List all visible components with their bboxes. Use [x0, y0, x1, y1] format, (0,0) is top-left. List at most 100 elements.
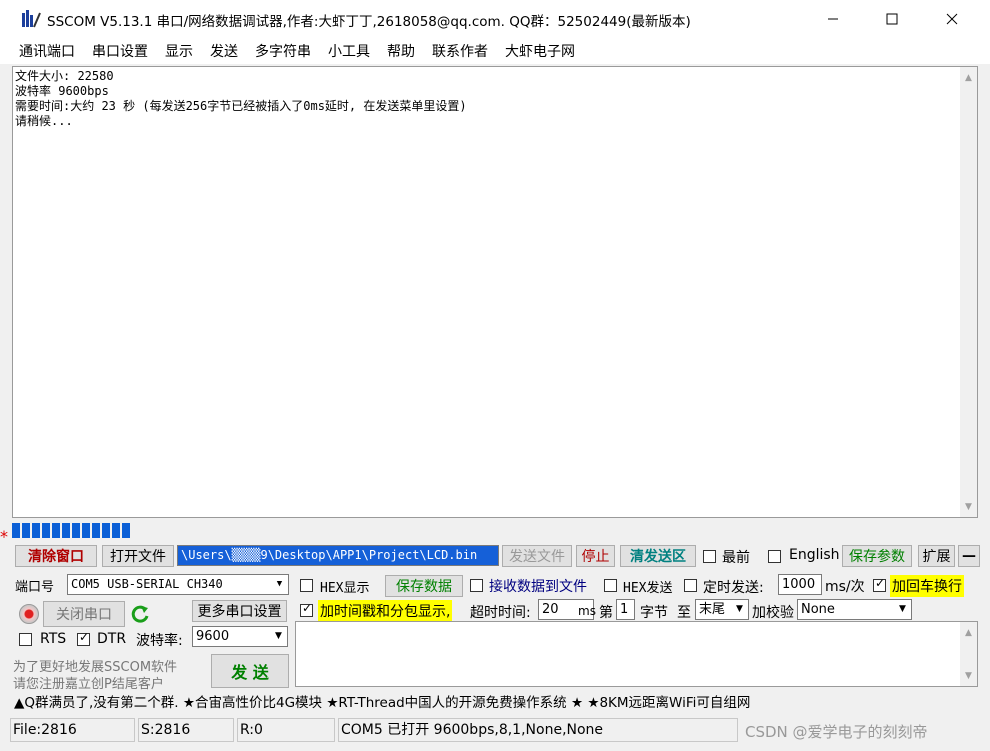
output-line: 请稍候...	[15, 114, 73, 128]
baud-select[interactable]: 9600 ▼	[192, 626, 288, 647]
dtr-checkbox[interactable]	[77, 630, 90, 646]
send-file-button[interactable]: 发送文件	[502, 545, 572, 567]
status-recv-count: R:0	[237, 718, 335, 742]
news-marquee[interactable]: ▲Q群满员了,没有第二个群. ★合宙高性价比4G模块 ★RT-Thread中国人…	[12, 692, 978, 714]
window-title: SSCOM V5.13.1 串口/网络数据调试器,作者:大虾丁丁,2618058…	[47, 14, 691, 30]
recv-to-file-label: 接收数据到文件	[489, 579, 587, 595]
menu-bar: 通讯端口 串口设置 显示 发送 多字符串 小工具 帮助 联系作者 大虾电子网	[0, 38, 990, 64]
menu-send[interactable]: 发送	[210, 41, 238, 61]
hex-display-checkbox[interactable]	[300, 579, 313, 592]
menu-comm-port[interactable]: 通讯端口	[19, 41, 75, 61]
hex-send-label: HEX发送	[623, 581, 673, 596]
menu-website[interactable]: 大虾电子网	[505, 41, 575, 61]
send-button[interactable]: 发 送	[211, 654, 289, 688]
more-serial-settings-button[interactable]: 更多串口设置	[192, 600, 287, 622]
progress-segment	[12, 523, 20, 538]
scroll-down-icon[interactable]: ▼	[960, 498, 977, 515]
progress-segment	[22, 523, 30, 538]
checksum-value: None	[801, 602, 835, 617]
timestamp-label: 加时间戳和分包显示,	[318, 600, 453, 622]
timed-send-label: 定时发送:	[703, 580, 764, 596]
baud-label: 波特率:	[136, 633, 183, 649]
scroll-down-icon[interactable]: ▼	[960, 667, 977, 684]
progress-segment	[112, 523, 120, 538]
file-path-field[interactable]: \Users\▒▒▒▒9\Desktop\APP1\Project\LCD.bi…	[177, 545, 499, 566]
progress-segment	[32, 523, 40, 538]
menu-tools[interactable]: 小工具	[328, 41, 370, 61]
chevron-down-icon: ▼	[899, 604, 906, 614]
minimize-button[interactable]	[804, 0, 861, 38]
nth-input[interactable]: 1	[616, 599, 635, 620]
interval-input[interactable]: 1000	[778, 574, 822, 595]
port-label: 端口号	[15, 580, 55, 595]
progress-segment	[92, 523, 100, 538]
hex-send-checkbox[interactable]	[604, 579, 617, 592]
status-sent-count: S:2816	[138, 718, 234, 742]
menu-contact-author[interactable]: 联系作者	[432, 41, 488, 61]
send-scrollbar[interactable]: ▲ ▼	[960, 622, 977, 686]
timeout-unit: ms	[578, 604, 596, 618]
port-status-light-icon	[19, 604, 39, 624]
english-checkbox[interactable]	[768, 550, 781, 563]
menu-multi-string[interactable]: 多字符串	[255, 41, 311, 61]
progress-segment	[52, 523, 60, 538]
scroll-up-icon[interactable]: ▲	[960, 69, 977, 86]
scroll-up-icon[interactable]: ▲	[960, 624, 977, 641]
timestamp-checkbox[interactable]	[300, 601, 313, 617]
baud-value: 9600	[196, 629, 230, 644]
progress-segment	[62, 523, 70, 538]
end-select[interactable]: 末尾 ▼	[695, 599, 749, 620]
english-label: English	[789, 547, 840, 563]
collapse-button[interactable]: —	[958, 545, 980, 567]
dtr-label: DTR	[97, 631, 127, 647]
clear-send-button[interactable]: 清发送区	[620, 545, 696, 567]
checksum-select[interactable]: None ▼	[797, 599, 912, 620]
progress-segment	[72, 523, 80, 538]
nth-label: 第	[599, 605, 613, 621]
end-value: 末尾	[699, 602, 726, 617]
receive-output-text: 文件大小: 22580 波特率 9600bps 需要时间:大约 23 秒 (每发送2…	[15, 69, 467, 129]
app-icon	[21, 9, 41, 29]
topmost-label: 最前	[722, 550, 750, 566]
maximize-button[interactable]	[863, 0, 920, 38]
chevron-down-icon: ▼	[736, 604, 743, 614]
stop-button[interactable]: 停止	[576, 545, 615, 567]
status-port-state: COM5 已打开 9600bps,8,1,None,None	[338, 718, 738, 742]
rts-label: RTS	[40, 631, 67, 647]
send-text-area[interactable]: ▲ ▼	[295, 621, 978, 687]
output-scrollbar[interactable]: ▲ ▼	[960, 67, 977, 517]
interval-unit: ms/次	[825, 579, 865, 595]
menu-serial-settings[interactable]: 串口设置	[92, 41, 148, 61]
save-data-button[interactable]: 保存数据	[385, 575, 463, 597]
to-label: 至	[677, 605, 691, 621]
receive-output-area[interactable]: 文件大小: 22580 波特率 9600bps 需要时间:大约 23 秒 (每发送2…	[12, 66, 978, 518]
output-line: 文件大小: 22580	[15, 69, 114, 83]
title-bar: SSCOM V5.13.1 串口/网络数据调试器,作者:大虾丁丁,2618058…	[0, 0, 990, 38]
output-line: 需要时间:大约 23 秒 (每发送256字节已经被插入了0ms延时, 在发送菜单…	[15, 99, 467, 113]
menu-display[interactable]: 显示	[165, 41, 193, 61]
send-progress-bar	[12, 522, 139, 539]
clear-window-button[interactable]: 清除窗口	[15, 545, 97, 567]
checksum-label: 加校验	[752, 605, 794, 621]
status-file-count: File:2816	[10, 718, 135, 742]
hex-display-label: HEX显示	[320, 581, 370, 596]
close-button[interactable]	[923, 0, 980, 38]
byte-label: 字节	[640, 605, 668, 621]
rts-checkbox[interactable]	[19, 633, 32, 646]
progress-segment	[102, 523, 110, 538]
save-params-button[interactable]: 保存参数	[842, 545, 912, 567]
refresh-icon[interactable]	[129, 604, 151, 626]
port-select[interactable]: COM5 USB-SERIAL CH340 ▼	[67, 574, 289, 595]
close-port-button[interactable]: 关闭串口	[43, 601, 125, 627]
menu-help[interactable]: 帮助	[387, 41, 415, 61]
add-crlf-label: 加回车换行	[890, 575, 964, 597]
output-line: 波特率 9600bps	[15, 84, 109, 98]
open-file-button[interactable]: 打开文件	[102, 545, 174, 567]
add-crlf-checkbox[interactable]	[873, 576, 886, 592]
topmost-checkbox[interactable]	[703, 550, 716, 563]
progress-segment	[42, 523, 50, 538]
recv-to-file-checkbox[interactable]	[470, 579, 483, 592]
timed-send-checkbox[interactable]	[684, 579, 697, 592]
expand-button[interactable]: 扩展	[918, 545, 955, 567]
chevron-down-icon: ▼	[275, 631, 282, 641]
